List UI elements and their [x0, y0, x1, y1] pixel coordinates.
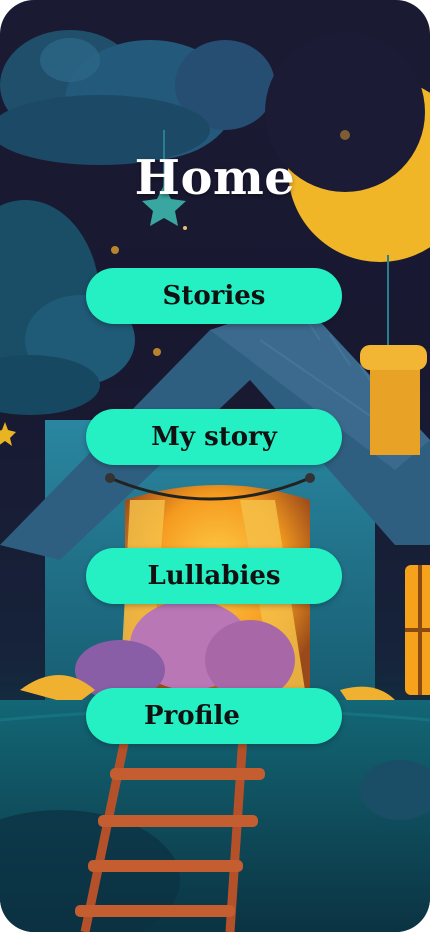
star-left	[0, 422, 16, 446]
stories-button[interactable]: Stories	[86, 268, 342, 324]
profile-button[interactable]: Profile	[86, 688, 342, 744]
page-title: Home	[134, 150, 296, 206]
lullabies-button[interactable]: Lullabies	[86, 548, 342, 604]
night-house-illustration	[0, 30, 430, 932]
my-story-button[interactable]: My story	[86, 409, 342, 465]
phone-screen: Home Stories My story Lullabies Profile	[0, 0, 430, 932]
cloud-top	[0, 30, 275, 165]
